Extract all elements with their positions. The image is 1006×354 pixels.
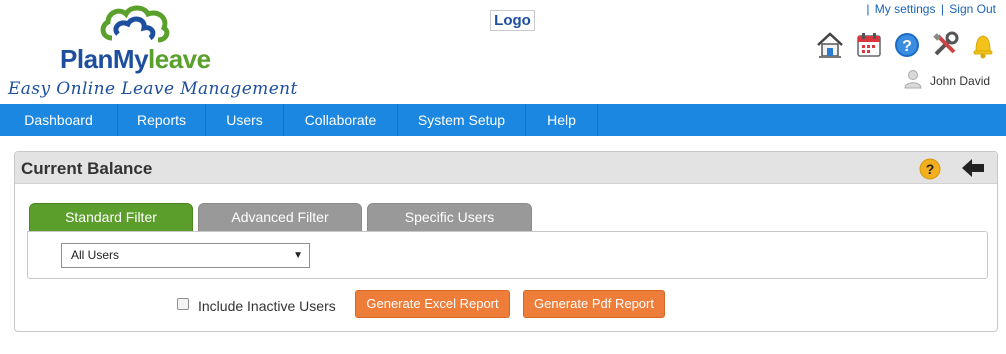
tools-icon[interactable] <box>930 30 960 60</box>
bell-icon[interactable] <box>968 30 998 60</box>
help-icon[interactable]: ? <box>892 30 922 60</box>
nav-system-setup[interactable]: System Setup <box>398 104 526 136</box>
brand-name-part2: leave <box>148 44 211 74</box>
user-name: John David <box>930 74 991 88</box>
brand-name-part1: PlanMy <box>60 44 149 74</box>
nav-reports[interactable]: Reports <box>118 104 206 136</box>
panel-header: Current Balance ? <box>15 152 997 184</box>
svg-text:?: ? <box>902 38 912 55</box>
filter-content: All Users ▼ <box>27 231 988 279</box>
user-avatar-icon <box>904 70 922 89</box>
nav-dashboard[interactable]: Dashboard <box>0 104 118 136</box>
tab-standard-filter[interactable]: Standard Filter <box>29 203 193 232</box>
top-links: | My settings | Sign Out <box>864 2 996 16</box>
nav-users[interactable]: Users <box>206 104 284 136</box>
current-balance-panel: Current Balance ? Standard Filter Advanc… <box>14 151 998 332</box>
logo-placeholder: Logo <box>490 10 535 31</box>
panel-help-icon[interactable]: ? <box>919 158 941 180</box>
brand-name: PlanMyleave <box>60 44 211 75</box>
dropdown-arrow-icon: ▼ <box>293 250 303 261</box>
my-settings-link[interactable]: My settings <box>875 2 936 16</box>
user-filter-select-value: All Users <box>71 248 120 262</box>
calendar-icon[interactable] <box>854 30 884 60</box>
sign-out-link[interactable]: Sign Out <box>949 2 996 16</box>
generate-pdf-button[interactable]: Generate Pdf Report <box>523 290 665 318</box>
link-separator: | <box>940 2 944 16</box>
tab-specific-users[interactable]: Specific Users <box>367 203 532 232</box>
generate-excel-button[interactable]: Generate Excel Report <box>355 290 510 318</box>
brand-tagline: Easy Online Leave Management <box>8 79 298 99</box>
cloud-logo-icon <box>100 5 170 43</box>
nav-help[interactable]: Help <box>526 104 598 136</box>
home-icon[interactable] <box>815 30 845 60</box>
user-filter-select[interactable]: All Users ▼ <box>61 243 310 268</box>
include-inactive-checkbox[interactable] <box>177 298 189 310</box>
svg-text:?: ? <box>926 161 935 177</box>
link-separator: | <box>866 2 870 16</box>
header: PlanMyleave Easy Online Leave Management… <box>0 0 1006 104</box>
back-arrow-icon[interactable] <box>961 158 985 178</box>
main-nav: Dashboard Reports Users Collaborate Syst… <box>0 104 1006 136</box>
include-inactive-label: Include Inactive Users <box>198 298 336 314</box>
nav-collaborate[interactable]: Collaborate <box>284 104 398 136</box>
tab-advanced-filter[interactable]: Advanced Filter <box>198 203 362 232</box>
panel-title: Current Balance <box>21 159 153 178</box>
